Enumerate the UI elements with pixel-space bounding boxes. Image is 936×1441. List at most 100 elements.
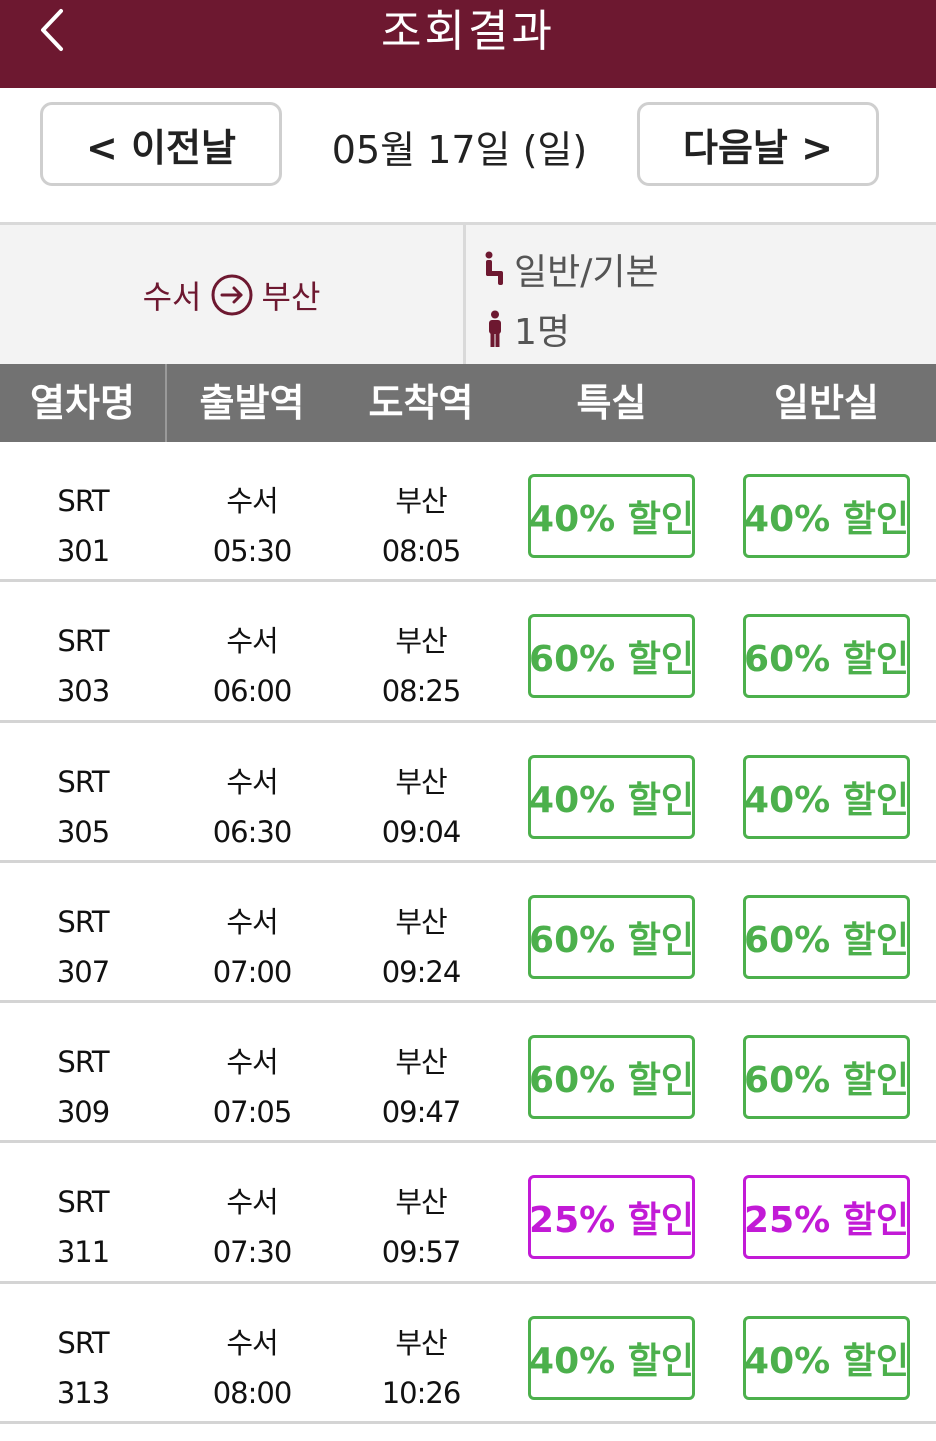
table-row: SRT 305 수서 06:30 부산 09:04 40% 할인 40% 할인	[0, 723, 936, 863]
seat-type-label: 일반/기본	[514, 252, 659, 293]
normal-seat-button[interactable]: 60% 할인	[743, 1035, 910, 1120]
arrival-time: 08:05	[381, 534, 462, 568]
special-seat-button[interactable]: 40% 할인	[528, 474, 695, 558]
arrival-time: 09:47	[381, 1095, 462, 1130]
departure-time: 07:05	[212, 1095, 293, 1130]
special-seat-button[interactable]: 60% 할인	[528, 1035, 695, 1120]
normal-seat-button[interactable]: 40% 할인	[743, 474, 910, 558]
arrival-cell: 부산 09:57	[336, 1177, 506, 1277]
col-header-normal: 일반실	[774, 381, 879, 425]
special-seat-button[interactable]: 60% 할인	[528, 894, 695, 979]
arrival-station: 부산	[395, 1185, 447, 1220]
table-row: SRT 301 수서 05:30 부산 08:05 40% 할인 40% 할인	[0, 442, 936, 583]
circle-arrow-right-icon	[210, 273, 254, 317]
arrival-time: 10:26	[381, 1375, 462, 1410]
table-row: SRT 303 수서 06:00 부산 08:25 60% 할인 60% 할인	[0, 582, 936, 723]
passenger-info: 1명	[480, 303, 570, 355]
normal-seat-button[interactable]: 60% 할인	[743, 614, 910, 699]
special-seat-button[interactable]: 60% 할인	[528, 614, 695, 699]
arrival-time: 09:04	[381, 814, 462, 849]
departure-cell: 수서 05:30	[167, 476, 337, 576]
arrival-cell: 부산 10:26	[336, 1318, 506, 1418]
arrival-cell: 부산 08:05	[336, 476, 506, 576]
table-row: SRT 311 수서 07:30 부산 09:57 25% 할인 25% 할인	[0, 1143, 936, 1284]
train-number: 313	[56, 1375, 110, 1410]
passenger-count: 1명	[514, 312, 571, 353]
train-name-cell: SRT 301	[0, 476, 168, 576]
departure-time: 07:00	[212, 954, 293, 989]
train-name-cell: SRT 303	[0, 616, 168, 716]
departure-cell: 수서 07:00	[167, 897, 337, 997]
train-brand: SRT	[57, 1045, 109, 1080]
seat-icon	[480, 251, 510, 287]
arrival-cell: 부산 09:47	[336, 1037, 506, 1137]
page-title: 조회결과	[381, 6, 555, 57]
arrival-cell: 부산 09:24	[336, 897, 506, 997]
train-name-cell: SRT 309	[0, 1037, 168, 1137]
arrival-station: 부산	[395, 764, 447, 799]
train-brand: SRT	[57, 1185, 109, 1220]
departure-time: 06:30	[212, 814, 293, 849]
departure-station: 수서	[226, 1185, 278, 1220]
departure-station: 수서	[226, 764, 278, 799]
arrival-time: 09:24	[381, 954, 462, 989]
departure-station: 수서	[226, 1325, 278, 1360]
arrival-station: 부산	[395, 904, 447, 939]
departure-time: 08:00	[212, 1375, 293, 1410]
departure-station: 수서	[226, 1045, 278, 1080]
col-header-arrival: 도착역	[368, 381, 474, 425]
special-seat-button[interactable]: 40% 할인	[528, 754, 695, 839]
train-name-cell: SRT 311	[0, 1177, 168, 1277]
arrival-time: 08:25	[381, 674, 462, 709]
col-header-train: 열차명	[30, 381, 135, 425]
arrival-station: 부산	[395, 484, 447, 518]
train-number: 305	[56, 814, 110, 849]
info-divider	[463, 225, 466, 364]
normal-seat-button[interactable]: 40% 할인	[743, 1315, 910, 1400]
train-brand: SRT	[57, 624, 109, 659]
special-seat-button[interactable]: 40% 할인	[528, 1315, 695, 1400]
seat-type-info: 일반/기본	[480, 243, 659, 295]
train-list: SRT 301 수서 05:30 부산 08:05 40% 할인 40% 할인 SRT…	[0, 442, 936, 1425]
origin-station: 수서	[142, 277, 202, 316]
train-brand: SRT	[57, 904, 109, 939]
train-number: 301	[56, 534, 110, 568]
train-number: 303	[56, 674, 110, 709]
search-info-panel: 수서 부산 일반/기본 1명	[0, 222, 936, 364]
departure-cell: 수서 07:05	[167, 1037, 337, 1137]
departure-cell: 수서 08:00	[167, 1318, 337, 1418]
departure-cell: 수서 06:30	[167, 757, 337, 857]
train-name-cell: SRT 305	[0, 757, 168, 857]
normal-seat-button[interactable]: 60% 할인	[743, 894, 910, 979]
train-number: 311	[56, 1235, 110, 1270]
date-navigation: < 이전날 05월 17일 (일) 다음날 >	[0, 88, 936, 222]
train-number: 307	[56, 954, 110, 989]
departure-time: 07:30	[212, 1235, 293, 1270]
selected-date: 05월 17일 (일)	[331, 128, 588, 172]
route-summary: 수서 부산	[0, 225, 463, 364]
col-header-departure: 출발역	[199, 381, 305, 425]
train-brand: SRT	[57, 764, 109, 799]
arrival-cell: 부산 08:25	[336, 616, 506, 716]
departure-station: 수서	[226, 904, 278, 939]
departure-time: 05:30	[212, 534, 293, 568]
train-number: 309	[56, 1095, 110, 1130]
train-name-cell: SRT 313	[0, 1318, 168, 1418]
table-row: SRT 309 수서 07:05 부산 09:47 60% 할인 60% 할인	[0, 1003, 936, 1144]
normal-seat-button[interactable]: 40% 할인	[743, 754, 910, 839]
train-name-cell: SRT 307	[0, 897, 168, 997]
departure-cell: 수서 07:30	[167, 1177, 337, 1277]
departure-station: 수서	[226, 624, 278, 659]
arrival-station: 부산	[395, 1325, 447, 1360]
arrival-station: 부산	[395, 624, 447, 659]
arrival-station: 부산	[395, 1045, 447, 1080]
arrival-cell: 부산 09:04	[336, 757, 506, 857]
special-seat-button[interactable]: 25% 할인	[528, 1175, 695, 1260]
normal-seat-button[interactable]: 25% 할인	[743, 1175, 910, 1260]
destination-station: 부산	[261, 277, 321, 316]
next-day-button[interactable]: 다음날 >	[637, 102, 879, 186]
departure-time: 06:00	[212, 674, 293, 709]
departure-station: 수서	[226, 484, 278, 518]
prev-day-button[interactable]: < 이전날	[40, 102, 282, 186]
app-header: 조회결과	[0, 0, 936, 88]
